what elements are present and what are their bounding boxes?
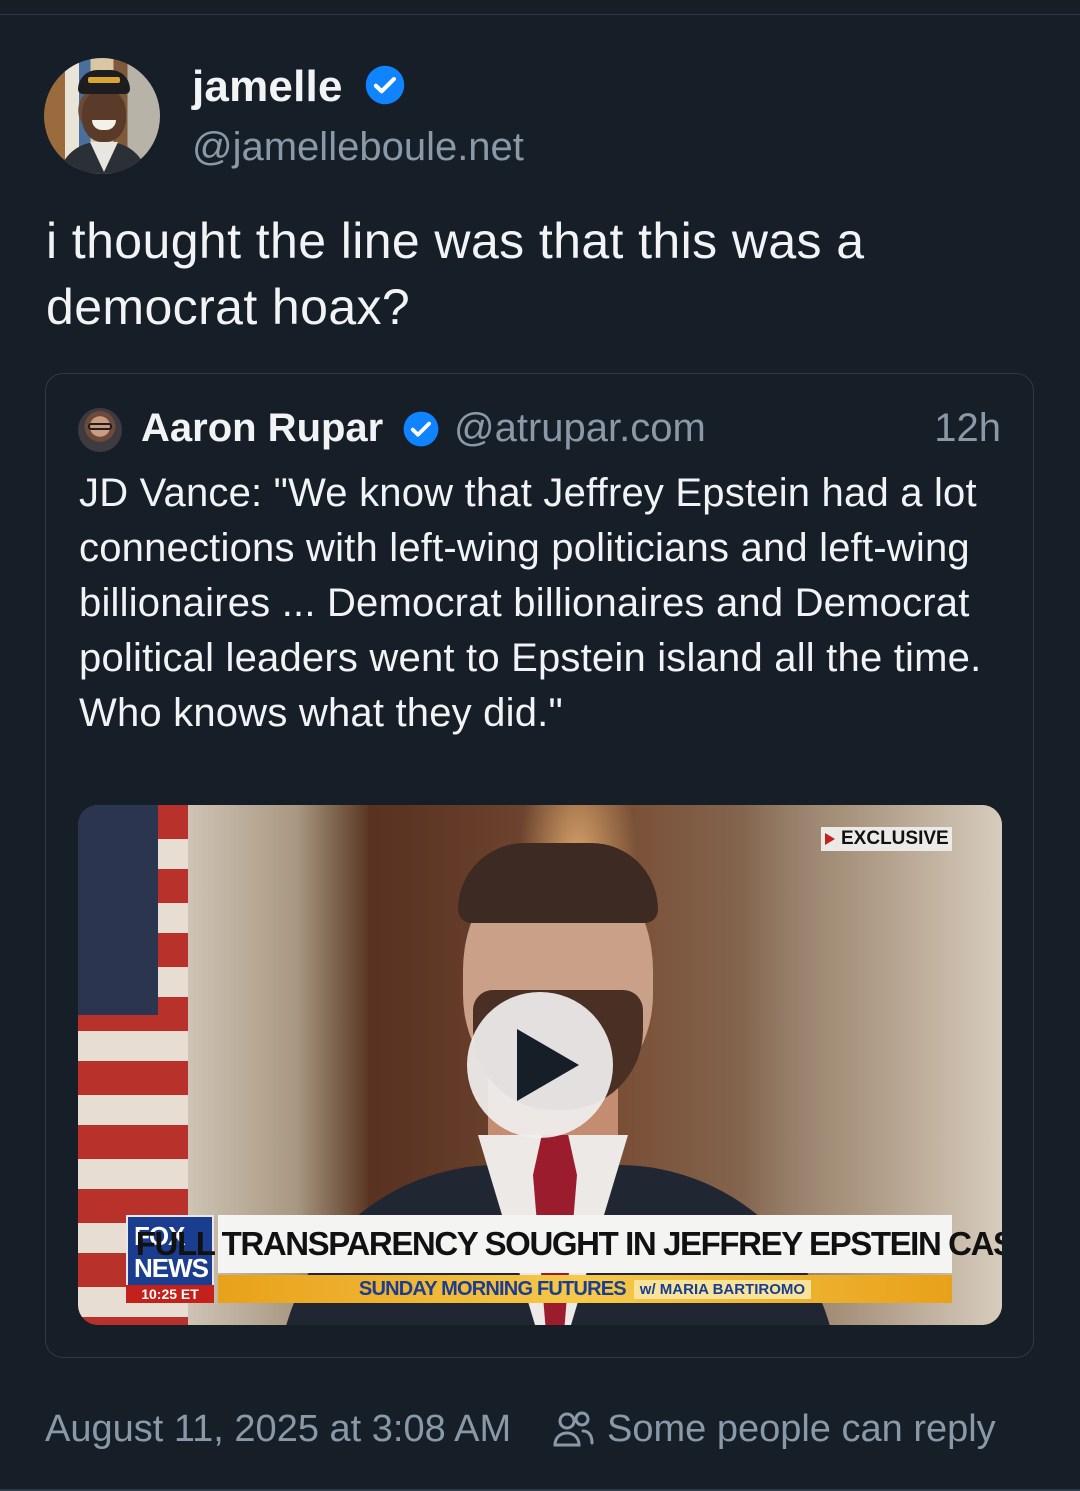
quoted-author-avatar[interactable] xyxy=(78,408,122,452)
top-divider xyxy=(0,14,1080,15)
reply-setting-label[interactable]: Some people can reply xyxy=(607,1408,996,1451)
quoted-author-display-name[interactable]: Aaron Rupar xyxy=(141,406,383,451)
video-player[interactable]: EXCLUSIVE FOX NEWS 10:25 ET FULL TRANSPA… xyxy=(78,805,1002,1325)
post-text: i thought the line was that this was a d… xyxy=(46,213,865,335)
video-show-bar: SUNDAY MORNING FUTURES w/ MARIA BARTIROM… xyxy=(218,1275,952,1303)
show-name: SUNDAY MORNING FUTURES xyxy=(358,1277,627,1300)
play-icon[interactable] xyxy=(467,992,613,1138)
verified-check-icon xyxy=(365,65,405,105)
video-chyron-headline: FULL TRANSPARENCY SOUGHT IN JEFFREY EPST… xyxy=(136,1215,1002,1273)
exclusive-badge: EXCLUSIVE xyxy=(821,827,952,851)
people-icon xyxy=(553,1411,594,1447)
author-handle[interactable]: @jamelleboule.net xyxy=(192,125,524,170)
show-host: w/ MARIA BARTIROMO xyxy=(633,1279,812,1299)
play-arrow-icon xyxy=(825,833,835,845)
network-time: 10:25 ET xyxy=(126,1285,214,1303)
author-display-name[interactable]: jamelle xyxy=(192,62,343,112)
quoted-post-time: 12h xyxy=(934,406,1001,450)
quoted-post-text: JD Vance: "We know that Jeffrey Epstein … xyxy=(79,471,982,735)
exclusive-label: EXCLUSIVE xyxy=(841,828,949,849)
post-timestamp[interactable]: August 11, 2025 at 3:08 AM xyxy=(45,1408,511,1451)
author-avatar[interactable] xyxy=(44,58,160,174)
quoted-author-handle[interactable]: @atrupar.com xyxy=(454,406,706,451)
verified-check-icon xyxy=(403,411,439,447)
